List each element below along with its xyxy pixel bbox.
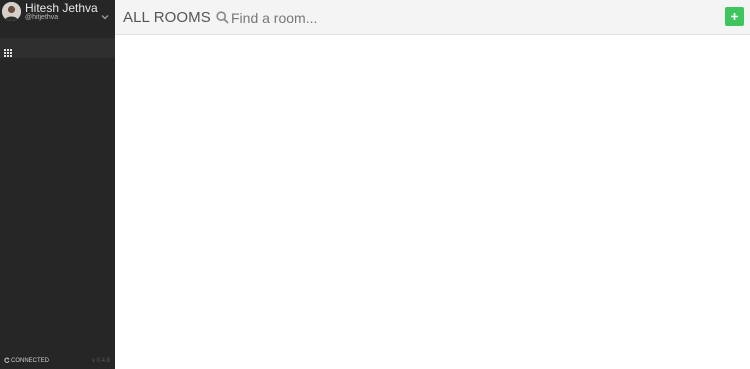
sidebar: Hitesh Jethva @hitjethva CONNECTED v 0.4…: [0, 0, 115, 369]
user-profile[interactable]: Hitesh Jethva @hitjethva: [0, 0, 115, 26]
add-room-button[interactable]: [725, 7, 744, 26]
page-title: ALL ROOMS: [123, 9, 211, 26]
connection-status: CONNECTED: [4, 357, 49, 365]
search-icon: [216, 11, 229, 24]
search-input[interactable]: [231, 8, 531, 27]
sidebar-item-all-rooms[interactable]: [0, 38, 115, 58]
sync-icon: [4, 357, 10, 363]
version-label: v 0.4.8: [91, 358, 110, 364]
rooms-list: [115, 35, 750, 369]
chevron-down-icon[interactable]: [100, 8, 110, 20]
status-label: CONNECTED: [11, 358, 50, 364]
avatar[interactable]: [2, 2, 21, 21]
header: ALL ROOMS: [115, 0, 750, 35]
grid-icon: [4, 44, 12, 57]
user-handle: @hitjethva: [25, 14, 59, 21]
plus-icon: [731, 13, 738, 20]
